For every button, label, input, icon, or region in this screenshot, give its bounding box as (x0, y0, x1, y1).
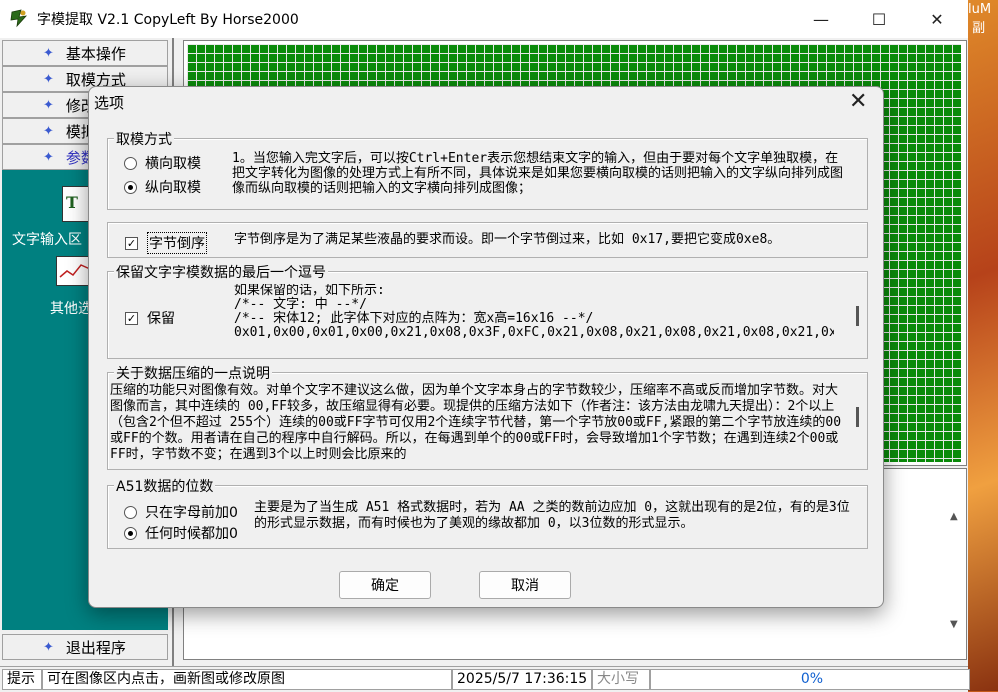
byte-reverse-description: 字节倒序是为了满足某些液晶的要求而设。即一个字节倒过来，比如 0x17,要把它变… (234, 232, 781, 247)
options-dialog: 选项 ✕ 取模方式 横向取模 纵向取模 1。当您输入完文字后，可以按Ctrl+E… (88, 86, 884, 608)
a51-description: 主要是为了当生成 A51 格式数据时，若为 AA 之类的数前边应加 0，这就出现… (254, 500, 850, 531)
scroll-thumb[interactable] (856, 306, 859, 326)
mode-group: 取模方式 横向取模 纵向取模 1。当您输入完文字后，可以按Ctrl+Enter表… (107, 129, 868, 210)
description-line: /*-- 宋体12; 此字体下对应的点阵为：宽x高=16x16 --*/ (234, 311, 594, 326)
window-title: 字模提取 V2.1 CopyLeft By Horse2000 (37, 12, 299, 28)
checkbox-check-icon[interactable]: ✓ (125, 236, 138, 250)
diamond-bullet-icon: ✦ (43, 97, 54, 113)
radio-vertical[interactable]: 纵向取模 (124, 177, 201, 197)
byte-reverse-group: ✓ 字节倒序 字节倒序是为了满足某些液晶的要求而设。即一个字节倒过来，比如 0x… (107, 222, 868, 258)
radio-label: 横向取模 (145, 156, 201, 172)
checkbox-label: 保留 (147, 311, 175, 327)
dialog-title: 选项 (94, 94, 125, 112)
close-icon[interactable]: ✕ (849, 91, 867, 113)
menu-item-basic[interactable]: ✦ 基本操作 (2, 40, 168, 66)
diamond-bullet-icon: ✦ (43, 639, 54, 655)
diamond-bullet-icon: ✦ (43, 149, 54, 165)
radio-label: 纵向取模 (145, 180, 201, 196)
keep-comma-group: 保留文字字模数据的最后一个逗号 ✓ 保留 如果保留的话，如下所示: /*-- 文… (107, 262, 868, 359)
menu-item-label: 基本操作 (65, 44, 126, 63)
diamond-bullet-icon: ✦ (43, 71, 54, 87)
a51-group: A51数据的位数 只在字母前加0 任何时候都加0 主要是为了当生成 A51 格式… (107, 476, 868, 549)
app-logo-icon (10, 9, 28, 28)
minimize-button[interactable]: — (792, 0, 850, 38)
menu-item-exit[interactable]: ✦ 退出程序 (2, 634, 168, 660)
status-hint: 可在图像区内点击，画新图或修改原图 (42, 669, 452, 690)
diamond-bullet-icon: ✦ (43, 45, 54, 61)
compress-group: 关于数据压缩的一点说明 压缩的功能只对图像有效。对单个文字不建议这么做，因为单个… (107, 363, 868, 470)
diamond-bullet-icon: ✦ (43, 123, 54, 139)
scroll-down-icon[interactable]: ▼ (950, 619, 958, 630)
checkbox-label: 字节倒序 (147, 232, 207, 254)
radio-circle[interactable] (124, 156, 137, 170)
byte-reverse-checkbox[interactable]: ✓ 字节倒序 (125, 232, 207, 254)
radio-horizontal[interactable]: 横向取模 (124, 153, 201, 173)
mode-group-title: 取模方式 (114, 129, 174, 149)
keep-comma-group-title: 保留文字字模数据的最后一个逗号 (114, 262, 328, 282)
status-caps: 大小写 (592, 669, 650, 690)
menu-item-label: 退出程序 (65, 638, 126, 657)
radio-label: 任何时候都加0 (145, 526, 238, 542)
keep-comma-checkbox[interactable]: ✓ 保留 (125, 308, 175, 328)
scroll-up-icon[interactable]: ▲ (950, 511, 958, 522)
status-datetime: 2025/5/7 17:36:15 (452, 669, 592, 690)
cancel-button[interactable]: 取消 (479, 571, 571, 599)
keep-comma-description: 如果保留的话，如下所示: /*-- 文字: 中 --*/ /*-- 宋体12; … (234, 284, 834, 346)
desktop-text: luM 副 (968, 2, 992, 36)
description-line: /*-- 文字: 中 --*/ (234, 297, 367, 312)
description-line: 如果保留的话，如下所示: (234, 284, 385, 298)
compress-description: 压缩的功能只对图像有效。对单个文字不建议这么做，因为单个文字本身占的字节数较少，… (110, 383, 842, 462)
status-bar: 提示 可在图像区内点击，画新图或修改原图 2025/5/7 17:36:15 大… (0, 666, 970, 692)
radio-circle[interactable] (124, 505, 137, 519)
radio-circle[interactable] (124, 526, 137, 540)
maximize-button[interactable]: ☐ (850, 0, 908, 38)
status-progress: 0% (650, 669, 970, 690)
radio-always[interactable]: 任何时候都加0 (124, 523, 238, 543)
title-bar: 字模提取 V2.1 CopyLeft By Horse2000 — ☐ ✕ (0, 0, 968, 38)
radio-circle[interactable] (124, 180, 137, 194)
other-label: 其他选 (50, 301, 92, 317)
radio-label: 只在字母前加0 (145, 505, 238, 521)
close-button[interactable]: ✕ (908, 0, 966, 38)
status-hint-label: 提示 (2, 669, 42, 690)
ok-button[interactable]: 确定 (339, 571, 431, 599)
mode-description: 1。当您输入完文字后，可以按Ctrl+Enter表示您想结束文字的输入，但由于要… (232, 151, 844, 196)
description-line: 0x01,0x00,0x01,0x00,0x21,0x08,0x3F,0xFC,… (234, 325, 834, 340)
a51-group-title: A51数据的位数 (114, 476, 216, 496)
checkbox-check-icon[interactable]: ✓ (125, 311, 138, 325)
compress-group-title: 关于数据压缩的一点说明 (114, 363, 272, 383)
radio-letter-only[interactable]: 只在字母前加0 (124, 502, 238, 522)
scroll-thumb[interactable] (856, 407, 859, 427)
text-input-icon[interactable]: T (62, 186, 90, 222)
text-input-label: 文字输入区 (12, 232, 82, 248)
